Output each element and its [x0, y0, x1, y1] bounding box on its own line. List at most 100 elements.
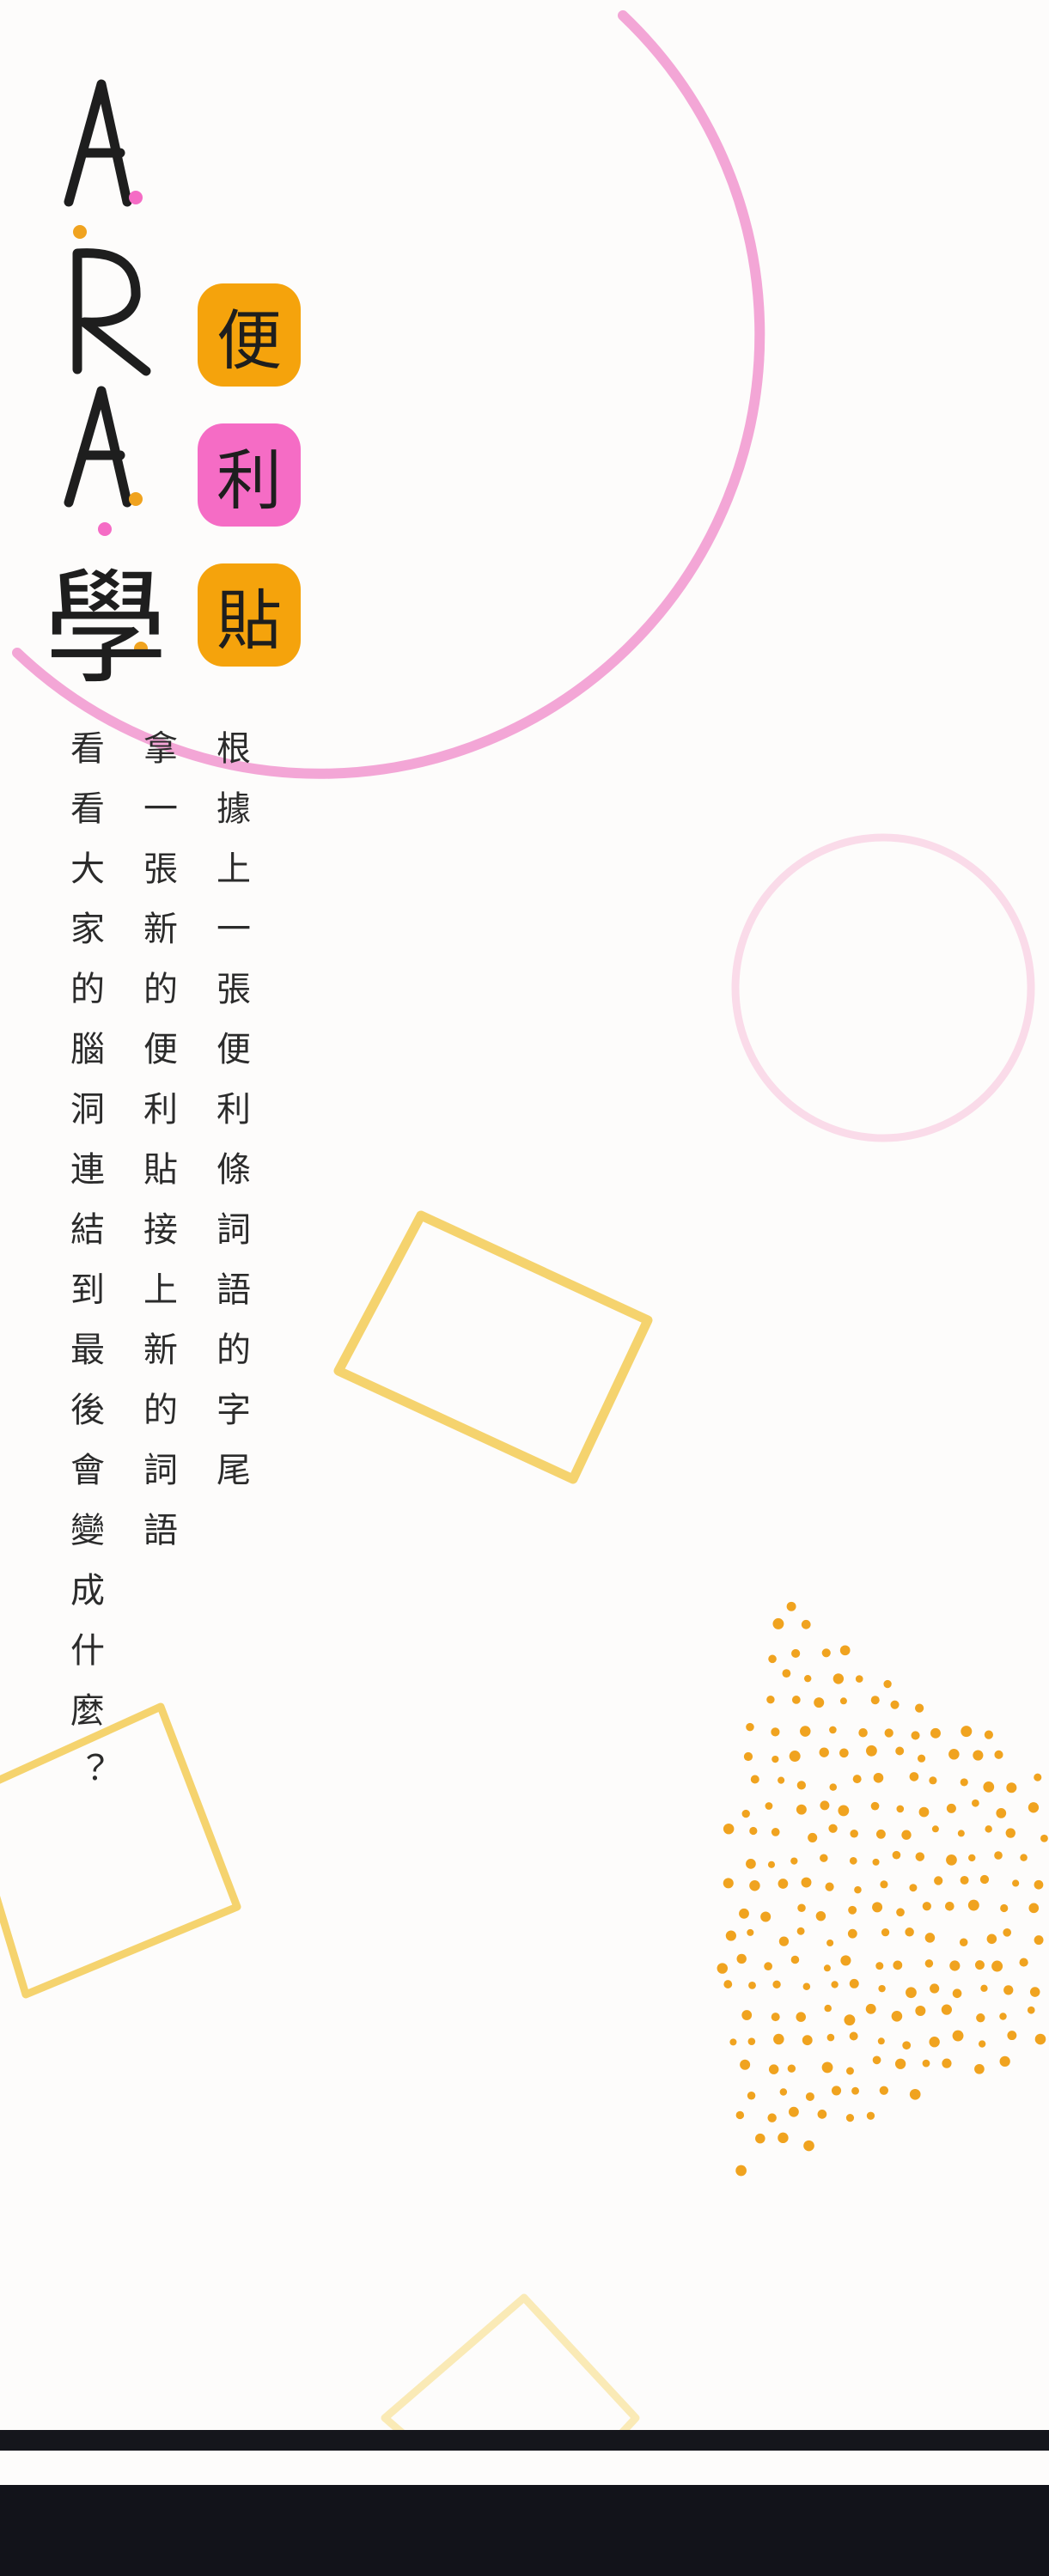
triangle-dot [1019, 1958, 1028, 1967]
triangle-dot [741, 2010, 753, 2020]
triangle-dot [844, 2014, 856, 2026]
triangle-dot [850, 1829, 858, 1838]
triangle-dot [735, 2165, 747, 2177]
triangle-dot [915, 2005, 926, 2016]
triangle-dot [749, 1826, 758, 1836]
triangle-dot [820, 1854, 828, 1862]
triangle-dot [1005, 1828, 1015, 1838]
triangle-dot [1028, 1802, 1040, 1813]
triangle-dot [855, 1675, 863, 1683]
triangle-dot [952, 1988, 962, 1999]
triangle-dot [986, 1934, 997, 1945]
triangle-dot [848, 1905, 857, 1915]
triangle-dot [946, 1803, 956, 1813]
triangle-dot [883, 1679, 892, 1689]
triangle-dot [1040, 1834, 1048, 1842]
triangle-dot [778, 1879, 789, 1889]
triangle-dot [802, 1982, 811, 1991]
triangle-dot [929, 1776, 937, 1785]
triangle-dot [838, 1805, 850, 1817]
triangle-dot [1003, 1928, 1012, 1937]
triangle-dot [778, 2132, 789, 2144]
triangle-dot [915, 1852, 925, 1861]
triangle-dot [771, 2013, 780, 2022]
triangle-dot [980, 1984, 988, 1992]
triangle-dot [931, 1825, 939, 1833]
triangle-dot [999, 2055, 1010, 2067]
triangle-dot [909, 1772, 919, 1781]
triangle-dot [877, 2037, 885, 2045]
triangle-dot [983, 1781, 995, 1793]
triangle-dot [1028, 1903, 1040, 1914]
triangle-dot [851, 2086, 859, 2095]
triangle-dot [821, 2061, 833, 2074]
triangle-dot [786, 1601, 796, 1611]
triangle-dot [803, 1674, 812, 1683]
yellow-square-left-decoration [0, 1702, 241, 1999]
triangle-dot [725, 1930, 736, 1941]
triangle-dot [755, 2133, 765, 2144]
triangle-dot [743, 1751, 753, 1762]
triangle-dot [945, 1901, 954, 1911]
instruction-step-3: 看看大家的腦洞連結到最後會變成什麼？ [64, 730, 104, 1812]
triangle-dot [790, 1955, 800, 1964]
badge-tie: 貼 [198, 563, 301, 667]
triangle-dot [801, 1619, 811, 1629]
triangle-dot [829, 1726, 837, 1734]
triangle-dot [808, 1832, 818, 1842]
triangle-dot [895, 1746, 905, 1756]
triangle-dot [717, 1963, 729, 1974]
triangle-dot [952, 2030, 964, 2042]
triangle-dot [1012, 1879, 1020, 1887]
triangle-dot [1034, 1879, 1044, 1890]
triangle-dot [796, 1927, 805, 1935]
triangle-dot [840, 1955, 851, 1966]
instruction-step-2: 拿一張新的便利貼接上新的詞語 [137, 730, 177, 1572]
triangle-dot [914, 1703, 924, 1713]
triangle-dot [802, 2035, 813, 2046]
triangle-dot [746, 1858, 756, 1869]
triangle-dot [847, 1928, 857, 1939]
triangle-dot [866, 1745, 877, 1757]
bottom-bar [0, 2485, 1049, 2576]
triangle-dot [760, 1911, 772, 1922]
triangle-dot [849, 2031, 858, 2041]
triangle-dot [826, 1939, 834, 1947]
triangle-dot [750, 1775, 759, 1784]
triangle-dot [803, 2140, 814, 2152]
triangle-dot [736, 1953, 747, 1964]
triangle-dot [917, 1754, 926, 1763]
logo: 學 [52, 79, 168, 702]
triangle-dot [873, 1772, 884, 1783]
triangle-dot [941, 2004, 952, 2015]
triangle-dot [1029, 1987, 1040, 1997]
triangle-dot [974, 1960, 985, 1970]
triangle-dot [929, 2037, 940, 2048]
triangle-dot [723, 1980, 733, 1988]
triangle-dot [801, 1877, 812, 1888]
badge-bian: 便 [198, 283, 301, 387]
triangle-dot [909, 2088, 921, 2100]
triangle-dot [922, 2059, 930, 2067]
triangle-dot [723, 1878, 734, 1889]
triangle-dot [909, 1884, 918, 1892]
triangle-dot [846, 2067, 854, 2075]
triangle-dot [723, 1823, 735, 1835]
triangle-dot [796, 1781, 806, 1790]
triangle-dot [849, 1856, 857, 1865]
triangle-dot [854, 1885, 862, 1894]
triangle-dot [865, 2003, 876, 2014]
triangle-dot [872, 1858, 880, 1866]
triangle-dot [922, 1902, 931, 1911]
logo-xue-char: 學 [52, 557, 168, 702]
triangle-dot [878, 1984, 886, 1993]
triangle-dot [766, 1696, 775, 1704]
triangle-dot [1034, 1773, 1042, 1781]
triangle-dot [778, 1776, 785, 1784]
triangle-dot [957, 1830, 965, 1837]
triangle-dot [893, 1960, 903, 1970]
triangle-dot [949, 1960, 961, 1971]
triangle-dot [852, 1775, 862, 1784]
triangle-dot [1020, 1854, 1028, 1861]
triangle-dot [800, 1726, 811, 1737]
